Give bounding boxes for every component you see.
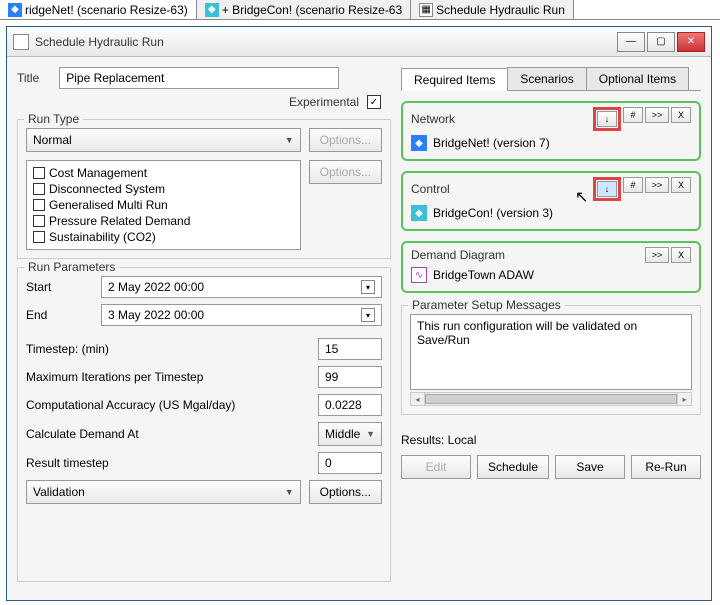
window-title: Schedule Hydraulic Run [35, 35, 615, 49]
app-tab-bridgenet[interactable]: ◆ ridgeNet! (scenario Resize-63) [0, 0, 197, 19]
run-type-options-button[interactable]: Options... [309, 128, 382, 152]
close-button[interactable]: ✕ [677, 32, 705, 52]
results-label: Results: Local [401, 433, 476, 447]
schedule-icon: ▦ [419, 3, 433, 17]
dialog-window: Schedule Hydraulic Run — ▢ ✕ Title Exper… [6, 26, 712, 601]
highlight-box: ↓ [593, 107, 621, 131]
control-title: Control [411, 182, 450, 196]
maxiter-label: Maximum Iterations per Timestep [26, 370, 318, 384]
run-type-group: Run Type Normal ▼ Options... Cost Manage… [17, 119, 391, 259]
control-card: Control ↓ # >> X ◆ BridgeCon! (version 3… [401, 171, 701, 231]
rerun-button[interactable]: Re-Run [631, 455, 701, 479]
calcdemand-select[interactable]: Middle▼ [318, 422, 382, 446]
control-icon: ◆ [411, 205, 427, 221]
flag-pressure-related-demand[interactable]: Pressure Related Demand [33, 213, 294, 229]
horizontal-scrollbar[interactable]: ◂ ▸ [410, 392, 692, 406]
tab-optional-items[interactable]: Optional Items [586, 67, 689, 90]
schedule-button[interactable]: Schedule [477, 455, 549, 479]
title-label: Title [17, 71, 39, 85]
validation-options-button[interactable]: Options... [309, 480, 382, 504]
experimental-label: Experimental [289, 95, 359, 109]
card-hash-button[interactable]: # [623, 177, 643, 193]
scroll-left-icon[interactable]: ◂ [411, 393, 425, 405]
network-body: BridgeNet! (version 7) [433, 136, 550, 150]
start-datetime-input[interactable]: 2 May 2022 00:00 ▾ [101, 276, 382, 298]
card-fwd-button[interactable]: >> [645, 177, 669, 193]
network-icon: ◆ [8, 3, 22, 17]
app-tab-bar: ◆ ridgeNet! (scenario Resize-63) ◆ + Bri… [0, 0, 720, 20]
flag-disconnected-system[interactable]: Disconnected System [33, 181, 294, 197]
timestep-input[interactable] [318, 338, 382, 360]
tab-label: ridgeNet! (scenario Resize-63) [25, 3, 188, 17]
right-tabs: Required Items Scenarios Optional Items [401, 67, 701, 91]
accuracy-label: Computational Accuracy (US Mgal/day) [26, 398, 318, 412]
card-fwd-button[interactable]: >> [645, 247, 669, 263]
messages-legend: Parameter Setup Messages [408, 298, 565, 312]
card-fwd-button[interactable]: >> [645, 107, 669, 123]
flag-generalised-multi-run[interactable]: Generalised Multi Run [33, 197, 294, 213]
card-close-button[interactable]: X [671, 247, 691, 263]
end-datetime-input[interactable]: 3 May 2022 00:00 ▾ [101, 304, 382, 326]
scroll-right-icon[interactable]: ▸ [677, 393, 691, 405]
demand-icon: ∿ [411, 267, 427, 283]
experimental-checkbox[interactable]: ✓ [367, 95, 381, 109]
save-button[interactable]: Save [555, 455, 625, 479]
messages-textarea[interactable]: This run configuration will be validated… [410, 314, 692, 390]
chevron-down-icon: ▼ [366, 429, 375, 439]
window-icon [13, 34, 29, 50]
demand-body: BridgeTown ADAW [433, 268, 534, 282]
demand-title: Demand Diagram [411, 248, 505, 262]
control-body: BridgeCon! (version 3) [433, 206, 553, 220]
card-hash-button[interactable]: # [623, 107, 643, 123]
tab-label: Schedule Hydraulic Run [436, 3, 565, 17]
validation-select[interactable]: Validation▼ [26, 480, 301, 504]
control-icon: ◆ [205, 3, 219, 17]
maxiter-input[interactable] [318, 366, 382, 388]
run-type-legend: Run Type [24, 112, 83, 126]
flag-sustainability[interactable]: Sustainability (CO2) [33, 229, 294, 245]
card-down-button[interactable]: ↓ [597, 181, 617, 197]
timestep-label: Timestep: (min) [26, 342, 318, 356]
start-label: Start [26, 280, 101, 294]
flags-options-button[interactable]: Options... [309, 160, 382, 184]
calendar-icon[interactable]: ▾ [361, 280, 375, 294]
calendar-icon[interactable]: ▾ [361, 308, 375, 322]
flag-cost-management[interactable]: Cost Management [33, 165, 294, 181]
card-down-button[interactable]: ↓ [597, 111, 617, 127]
run-type-value: Normal [33, 133, 72, 147]
tab-scenarios[interactable]: Scenarios [507, 67, 586, 90]
result-ts-input[interactable] [318, 452, 382, 474]
scroll-thumb[interactable] [425, 394, 677, 404]
flags-list: Cost Management Disconnected System Gene… [26, 160, 301, 250]
chevron-down-icon: ▼ [285, 487, 294, 497]
maximize-button[interactable]: ▢ [647, 32, 675, 52]
app-tab-schedule[interactable]: ▦ Schedule Hydraulic Run [411, 0, 574, 19]
network-title: Network [411, 112, 455, 126]
title-input[interactable] [59, 67, 339, 89]
calcdemand-label: Calculate Demand At [26, 427, 318, 441]
tab-required-items[interactable]: Required Items [401, 68, 508, 91]
tab-label: + BridgeCon! (scenario Resize-63 [222, 3, 402, 17]
card-close-button[interactable]: X [671, 107, 691, 123]
messages-group: Parameter Setup Messages This run config… [401, 305, 701, 415]
run-parameters-legend: Run Parameters [24, 260, 119, 274]
result-ts-label: Result timestep [26, 456, 318, 470]
card-close-button[interactable]: X [671, 177, 691, 193]
title-bar: Schedule Hydraulic Run — ▢ ✕ [7, 27, 711, 57]
end-label: End [26, 308, 101, 322]
run-type-select[interactable]: Normal ▼ [26, 128, 301, 152]
highlight-box: ↓ [593, 177, 621, 201]
app-tab-bridgecon[interactable]: ◆ + BridgeCon! (scenario Resize-63 [197, 0, 411, 19]
chevron-down-icon: ▼ [285, 135, 294, 145]
demand-card: Demand Diagram >> X ∿ BridgeTown ADAW [401, 241, 701, 293]
accuracy-input[interactable] [318, 394, 382, 416]
minimize-button[interactable]: — [617, 32, 645, 52]
run-parameters-group: Run Parameters Start 2 May 2022 00:00 ▾ … [17, 267, 391, 582]
network-icon: ◆ [411, 135, 427, 151]
network-card: Network ↓ # >> X ◆ BridgeNet! (version 7… [401, 101, 701, 161]
edit-button[interactable]: Edit [401, 455, 471, 479]
